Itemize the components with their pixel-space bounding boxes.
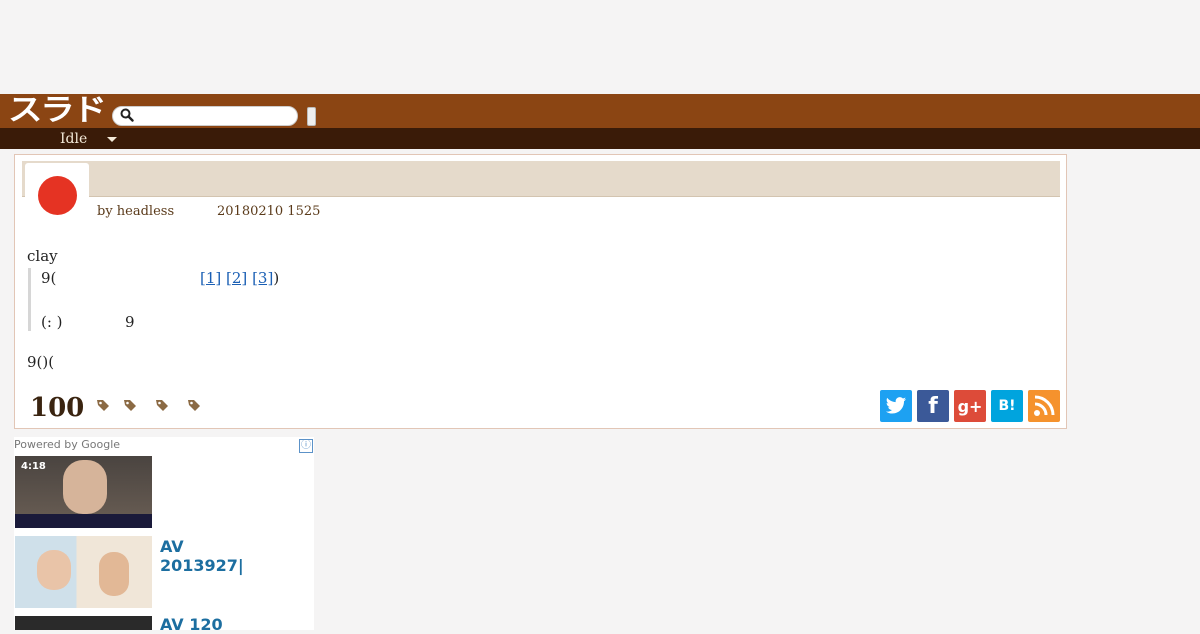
ad-thumbnail-1[interactable]: 4:18 <box>15 456 152 528</box>
reference-link-2[interactable]: [2] <box>226 269 247 287</box>
ad-title-3[interactable]: AV 120 <box>160 615 223 634</box>
twitter-share-button[interactable] <box>880 390 912 422</box>
hatena-bookmark-button[interactable]: B! <box>991 390 1023 422</box>
hatena-icon: B! <box>998 398 1016 414</box>
mode-dropdown-label[interactable]: Idle <box>60 130 87 148</box>
quote-refs: [1] [2] [3]) <box>200 269 279 287</box>
chevron-down-icon[interactable] <box>107 137 117 142</box>
search-icon <box>120 108 134 122</box>
article-date: 20180210 1525 <box>217 204 321 219</box>
site-logo[interactable]: スラド <box>8 95 107 127</box>
tag-icon[interactable] <box>123 398 137 412</box>
rss-icon <box>1034 395 1055 416</box>
ad-thumbnail-2[interactable] <box>15 536 152 608</box>
quote-line1-suffix: ) <box>273 269 280 287</box>
article-closing: 9()( <box>27 353 55 371</box>
twitter-icon <box>885 397 907 414</box>
google-plus-share-button[interactable]: g+ <box>954 390 986 422</box>
ad-powered-by: Powered by Google <box>14 438 121 451</box>
quote-border <box>28 268 31 331</box>
article-lead: clay <box>27 247 58 265</box>
reference-link-1[interactable]: [1] <box>200 269 221 287</box>
sub-navigation <box>0 128 1200 149</box>
ad-thumbnail-3[interactable] <box>15 616 152 630</box>
facebook-icon: f <box>928 393 938 419</box>
search-input[interactable] <box>112 106 298 126</box>
facebook-share-button[interactable]: f <box>917 390 949 422</box>
tag-icon[interactable] <box>155 398 169 412</box>
rss-button[interactable] <box>1028 390 1060 422</box>
tag-icon[interactable] <box>187 398 201 412</box>
quote-line2-b: 9 <box>125 313 135 331</box>
ad-info-icon[interactable]: ⓘ <box>299 439 313 453</box>
article-title-bar[interactable] <box>22 161 1060 197</box>
ad-thumb-time: 4:18 <box>21 461 46 472</box>
article-byline[interactable]: by headless <box>97 204 174 220</box>
ad-title-2[interactable]: AV 2013927| <box>160 537 244 575</box>
google-plus-icon: g+ <box>957 396 983 416</box>
quote-line1-prefix: 9( <box>41 269 57 287</box>
topic-circle-icon[interactable] <box>38 176 77 215</box>
quote-line2-a: (: ) <box>41 313 63 331</box>
search-button[interactable] <box>307 107 316 126</box>
reference-link-3[interactable]: [3] <box>252 269 273 287</box>
comment-count[interactable]: 100 <box>30 392 84 424</box>
tag-icon[interactable] <box>96 398 110 412</box>
